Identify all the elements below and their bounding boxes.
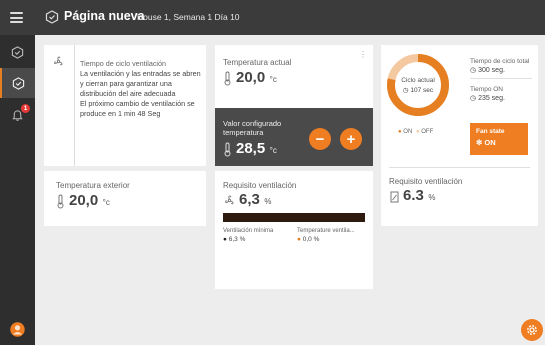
legend-on: ON (403, 129, 413, 135)
configured-temp-card: Valor configurado temperatura 28,5 °c − … (215, 108, 373, 166)
on-time-value: 235 seg. (478, 95, 505, 102)
temp-vent-value: 0,0 % (302, 236, 320, 243)
gear-icon (527, 325, 537, 335)
thermometer-icon (223, 71, 232, 91)
vent-req-value: 6,3 (239, 191, 260, 208)
decrease-button[interactable]: − (309, 128, 331, 150)
more-options-icon[interactable]: ⋮ (359, 50, 367, 59)
vent-req-unit: % (264, 197, 272, 206)
outside-temp-card: Temperatura exterior 20,0 °c (44, 171, 206, 226)
next-change-text: El próximo cambio de ventilación se prod… (80, 99, 195, 118)
fan-state-label: Fan state (476, 128, 505, 135)
fan-icon (52, 55, 65, 73)
fan-state-value: ON (484, 138, 496, 147)
configured-temp-label: Valor configurado temperatura (223, 119, 282, 137)
cycle-current-value: 107 sec (410, 87, 434, 94)
min-vent-label: Ventilación mínima (223, 228, 274, 234)
outside-temp-unit: °c (102, 198, 110, 207)
current-temp-value: 20,0 (236, 69, 266, 86)
cycle-description: La ventilación y las entradas se abren y… (80, 69, 201, 98)
settings-fab[interactable] (521, 319, 543, 341)
legend-off: OFF (421, 129, 434, 135)
clock-icon: ◷ (402, 87, 409, 94)
thermometer-icon (56, 194, 65, 214)
cycle-current-label: Ciclo actual (401, 77, 435, 84)
avatar-icon[interactable] (10, 322, 25, 337)
sidebar-item-alarms[interactable] (0, 100, 35, 130)
increase-button[interactable]: + (340, 128, 362, 150)
outside-temp-label: Temperatura exterior (56, 181, 130, 190)
fan-icon (223, 194, 236, 212)
sidebar-item-dashboard[interactable] (0, 37, 35, 67)
on-time-label: Tiempo ON (470, 86, 503, 93)
page-title: Página nueva (64, 9, 145, 23)
min-vent-value: 6,3 % (228, 236, 246, 243)
total-cycle-value: 300 seg. (478, 67, 505, 74)
cycle-donut-chart (387, 54, 449, 116)
cycle-card: Ciclo actual ◷ 107 sec ● ON ● OFF Tiempo… (381, 45, 538, 226)
vent-req-2-value: 6.3 (403, 187, 424, 204)
vent-req-label: Requisito ventilación (223, 181, 297, 190)
sidebar-item-page[interactable] (0, 68, 35, 98)
outside-temp-value: 20,0 (69, 192, 99, 209)
configured-temp-value: 28,5 (236, 140, 266, 157)
clock-icon: ◷ (470, 95, 477, 102)
cycle-title: Tiempo de ciclo ventilación (80, 59, 167, 68)
cycle-legend: ● ON ● OFF (398, 129, 434, 135)
thermometer-icon (223, 142, 232, 162)
menu-icon[interactable] (10, 12, 23, 23)
vent-req-2-label: Requisito ventilación (389, 177, 463, 186)
current-temp-label: Temperatura actual (223, 58, 292, 67)
vent-req-icon (389, 190, 400, 208)
fan-state-box: Fan state ✻ ON (470, 123, 528, 155)
clock-icon: ◷ (470, 67, 477, 74)
vent-req-2-unit: % (428, 193, 436, 202)
page-subtitle: House 1, Semana 1 Día 10 (137, 12, 240, 22)
alarm-badge: 1 (21, 104, 30, 113)
vent-requirement-card: Requisito ventilación 6,3 % Ventilación … (215, 171, 373, 289)
total-cycle-label: Tiempo de ciclo total (470, 58, 530, 65)
hexagon-check-icon (12, 76, 25, 90)
fan-icon: ✻ (476, 138, 483, 147)
configured-temp-unit: °c (269, 146, 277, 155)
temp-vent-label: Temperature ventila... (297, 228, 355, 234)
hexagon-check-icon (11, 45, 24, 59)
current-temp-unit: °c (269, 75, 277, 84)
vent-req-bar (223, 213, 365, 222)
ventilation-cycle-card: Tiempo de ciclo ventilación La ventilaci… (44, 45, 206, 166)
page-icon (45, 10, 59, 24)
